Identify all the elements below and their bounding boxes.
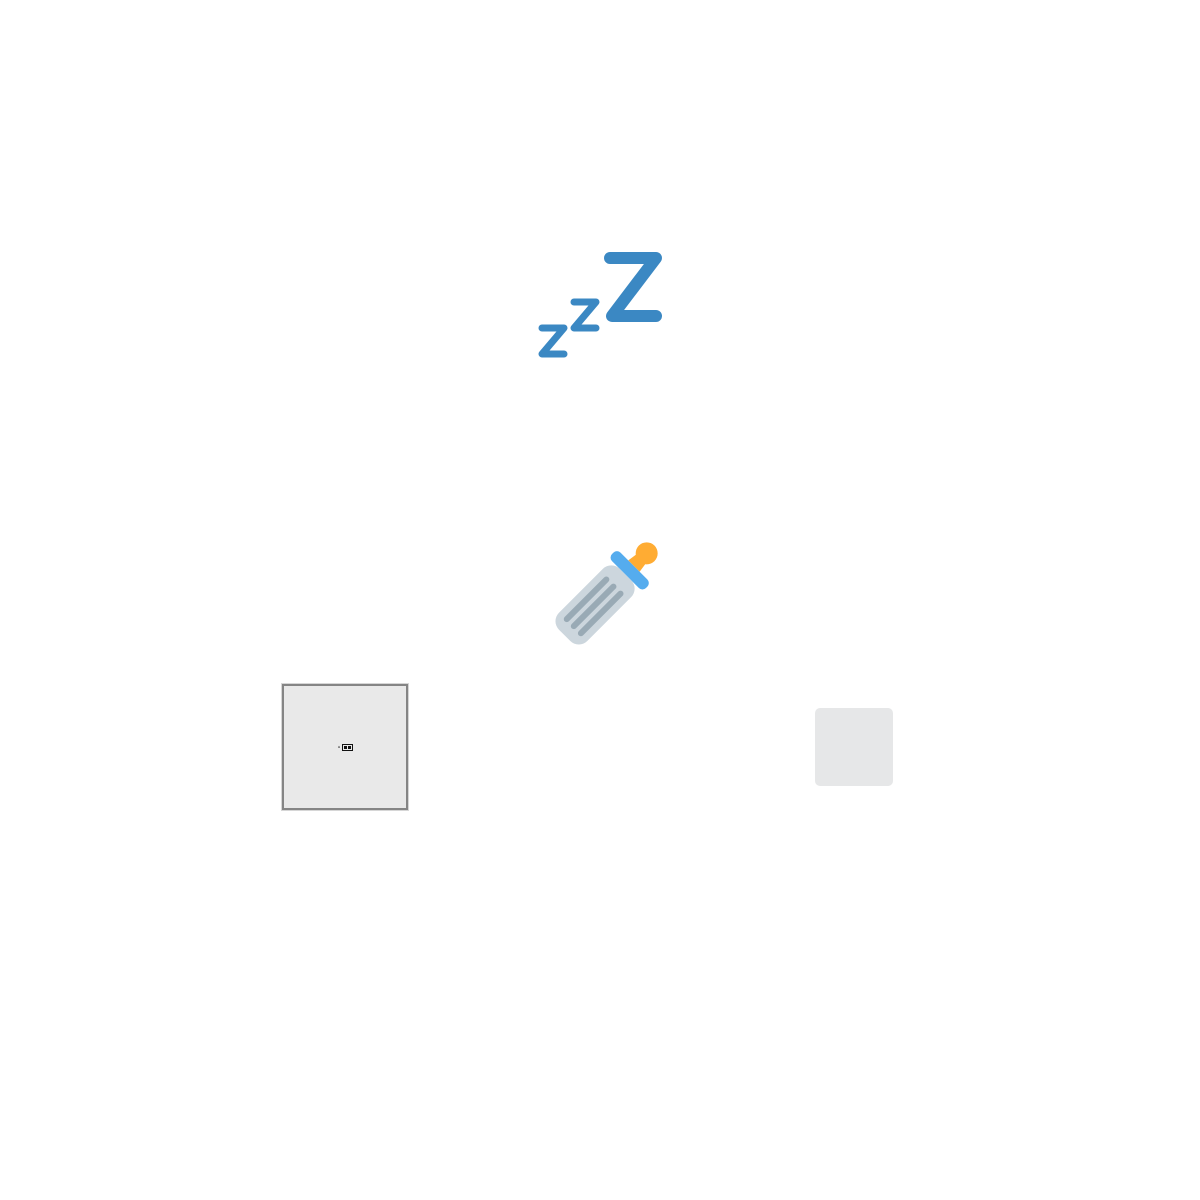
- missing-glyph-icon: ▴: [282, 684, 408, 810]
- zzz-icon: [538, 252, 662, 358]
- missing-glyph-mark: ▴: [337, 743, 353, 751]
- blank-tile: [815, 708, 893, 786]
- baby-bottle-icon: [555, 542, 658, 645]
